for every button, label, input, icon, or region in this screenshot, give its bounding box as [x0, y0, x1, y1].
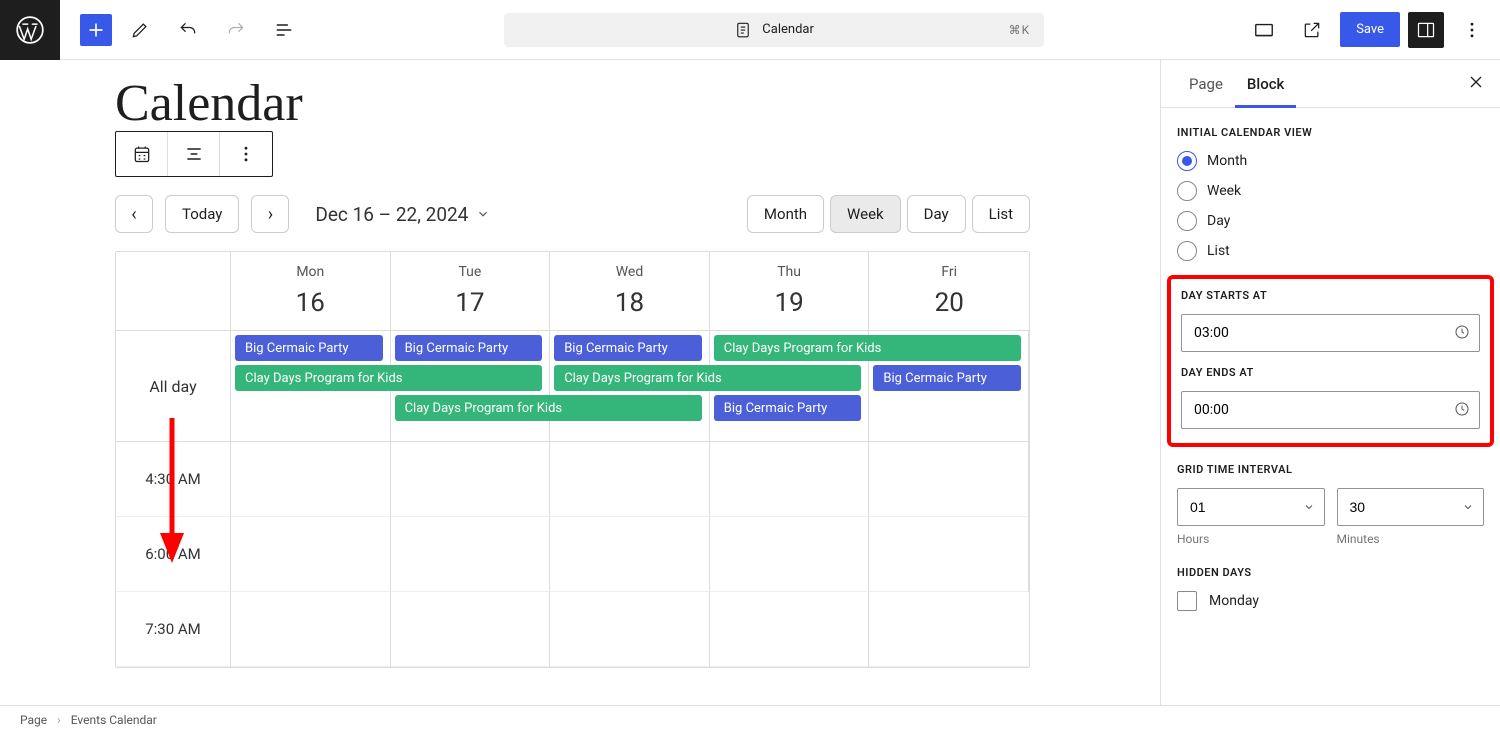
view-month-button[interactable]: Month [747, 195, 824, 233]
document-outline-button[interactable] [264, 10, 304, 50]
event-item[interactable]: Clay Days Program for Kids [235, 365, 542, 391]
checkbox-monday[interactable]: Monday [1177, 591, 1484, 611]
view-icon[interactable] [1244, 10, 1284, 50]
view-week-button[interactable]: Week [830, 195, 901, 233]
event-item[interactable]: Clay Days Program for Kids [395, 395, 702, 421]
tab-page[interactable]: Page [1177, 61, 1235, 107]
block-more-icon[interactable] [220, 132, 272, 176]
day-starts-input[interactable] [1181, 314, 1480, 352]
annotation-arrow [160, 418, 200, 568]
radio-week[interactable]: Week [1177, 181, 1484, 201]
clock-icon [1454, 401, 1470, 417]
event-item[interactable]: Big Cermaic Party [873, 365, 1021, 391]
event-item[interactable]: Big Cermaic Party [714, 395, 862, 421]
document-title: Calendar [762, 22, 814, 37]
chevron-down-icon [476, 207, 490, 221]
radio-month[interactable]: Month [1177, 151, 1484, 171]
day-ends-input[interactable] [1181, 391, 1480, 429]
date-range[interactable]: Dec 16 – 22, 2024 [315, 203, 490, 226]
section-title: Initial Calendar View [1177, 126, 1484, 139]
sidebar-toggle-button[interactable] [1408, 12, 1444, 48]
section-title: Hidden Days [1177, 566, 1484, 579]
more-options-icon[interactable] [1452, 10, 1492, 50]
close-sidebar-icon[interactable] [1466, 72, 1486, 96]
day-header: Fri20 [869, 252, 1029, 330]
section-title: Grid Time Interval [1177, 463, 1484, 476]
view-list-button[interactable]: List [972, 195, 1030, 233]
event-item[interactable]: Big Cermaic Party [395, 335, 543, 361]
align-button[interactable] [168, 132, 220, 176]
breadcrumb-item[interactable]: Events Calendar [71, 713, 157, 727]
highlighted-settings: Day Starts At Day Ends At [1167, 275, 1494, 447]
clock-icon [1454, 324, 1470, 340]
save-button[interactable]: Save [1340, 12, 1400, 47]
event-item[interactable]: Big Cermaic Party [235, 335, 383, 361]
edit-icon[interactable] [120, 10, 160, 50]
wp-logo[interactable] [0, 0, 60, 60]
event-item[interactable]: Clay Days Program for Kids [554, 365, 861, 391]
calendar-nav: ‹ Today › Dec 16 – 22, 2024 Month Week D… [115, 195, 1160, 233]
day-header: Mon16 [231, 252, 391, 330]
minutes-select[interactable]: 30 [1337, 488, 1485, 526]
settings-sidebar: Page Block Initial Calendar View Month W… [1160, 60, 1500, 705]
breadcrumb: Page › Events Calendar [0, 705, 1500, 733]
time-slot-label: 7:30 AM [116, 592, 231, 667]
today-button[interactable]: Today [165, 195, 239, 233]
event-item[interactable]: Big Cermaic Party [554, 335, 702, 361]
hours-select[interactable]: 01 [1177, 488, 1325, 526]
day-header: Wed18 [550, 252, 710, 330]
calendar-grid: Mon16 Tue17 Wed18 Thu19 Fri20 All day Bi… [115, 251, 1030, 668]
shortcut-hint: ⌘K [1009, 23, 1031, 37]
event-item[interactable]: Clay Days Program for Kids [714, 335, 1021, 361]
day-header: Tue17 [391, 252, 551, 330]
view-day-button[interactable]: Day [907, 195, 966, 233]
add-block-button[interactable] [80, 14, 112, 46]
document-title-chip[interactable]: Calendar ⌘K [504, 13, 1044, 47]
block-toolbar [115, 131, 273, 177]
page-title[interactable]: Calendar [115, 74, 1160, 133]
next-button[interactable]: › [251, 195, 289, 233]
tab-block[interactable]: Block [1235, 61, 1296, 107]
breadcrumb-item[interactable]: Page [20, 713, 47, 727]
undo-button[interactable] [168, 10, 208, 50]
redo-button[interactable] [216, 10, 256, 50]
open-external-icon[interactable] [1292, 10, 1332, 50]
top-toolbar: Calendar ⌘K Save [0, 0, 1500, 60]
editor-canvas: Calendar ‹ Today › Dec 16 – 22, 2024 [0, 60, 1160, 705]
section-title: Day Starts At [1181, 289, 1480, 302]
radio-list[interactable]: List [1177, 241, 1484, 261]
radio-day[interactable]: Day [1177, 211, 1484, 231]
prev-button[interactable]: ‹ [115, 195, 153, 233]
block-type-icon[interactable] [116, 132, 168, 176]
section-title: Day Ends At [1181, 366, 1480, 379]
day-header: Thu19 [710, 252, 870, 330]
